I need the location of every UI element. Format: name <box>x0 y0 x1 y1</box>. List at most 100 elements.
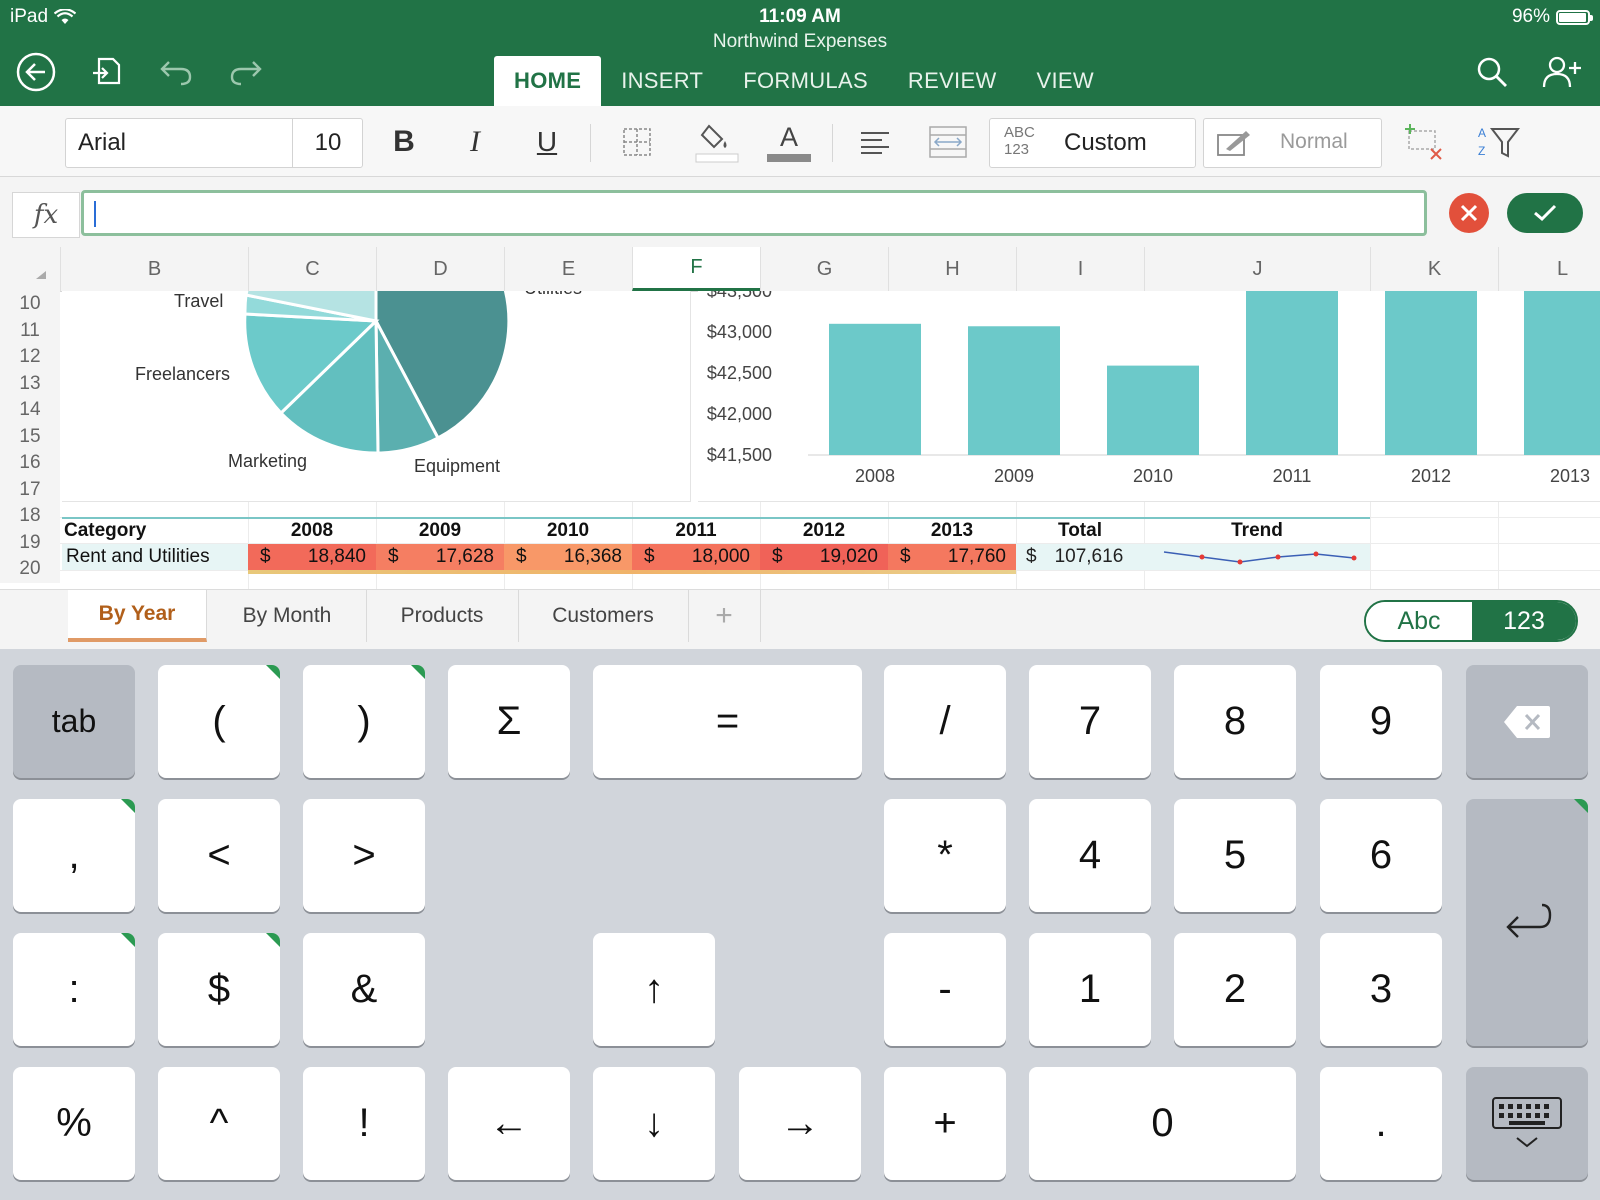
cell-2010[interactable]: $16,368 <box>504 544 632 570</box>
font-size[interactable]: 10 <box>292 119 363 167</box>
accept-button[interactable] <box>1507 193 1583 233</box>
row-header[interactable]: 19 <box>0 529 60 556</box>
key-greater-than[interactable]: > <box>303 799 425 912</box>
tab-home[interactable]: HOME <box>494 56 602 106</box>
align-left-icon[interactable] <box>850 118 900 166</box>
header-2013[interactable]: 2013 <box>888 517 1016 543</box>
header-category[interactable]: Category <box>62 517 248 543</box>
cell-2008[interactable]: $18,840 <box>248 544 376 570</box>
column-header-l[interactable]: L <box>1498 247 1600 291</box>
row-header[interactable]: 14 <box>0 397 60 424</box>
sheet-tab-by-month[interactable]: By Month <box>208 590 367 642</box>
spreadsheet-grid[interactable]: B C D E F G H I J K L 10 11 12 13 14 15 … <box>0 247 1600 589</box>
key-minus[interactable]: - <box>884 933 1006 1046</box>
bar-2009[interactable] <box>968 326 1060 455</box>
row-header[interactable]: 15 <box>0 423 60 450</box>
key-dollar[interactable]: $ <box>158 933 280 1046</box>
column-header-e[interactable]: E <box>504 247 632 291</box>
key-exclamation[interactable]: ! <box>303 1067 425 1180</box>
key-arrow-right[interactable]: → <box>739 1067 861 1180</box>
key-comma[interactable]: , <box>13 799 135 912</box>
file-menu-icon[interactable] <box>84 50 128 94</box>
key-divide[interactable]: / <box>884 665 1006 778</box>
cell-2011[interactable]: $18,000 <box>632 544 760 570</box>
fill-color-icon[interactable] <box>692 118 742 166</box>
cell-category[interactable]: Rent and Utilities <box>62 544 248 570</box>
key-decimal[interactable]: . <box>1320 1067 1442 1180</box>
keyboard-mode-123[interactable]: 123 <box>1472 602 1576 640</box>
row-header[interactable]: 12 <box>0 344 60 371</box>
key-less-than[interactable]: < <box>158 799 280 912</box>
row-header[interactable]: 20 <box>0 556 60 583</box>
row-header[interactable]: 10 <box>0 291 60 318</box>
header-2010[interactable]: 2010 <box>504 517 632 543</box>
column-header-k[interactable]: K <box>1370 247 1498 291</box>
return-key[interactable] <box>1466 799 1588 1046</box>
header-2009[interactable]: 2009 <box>376 517 504 543</box>
key-arrow-up[interactable]: ↑ <box>593 933 715 1046</box>
key-1[interactable]: 1 <box>1029 933 1151 1046</box>
underline-button[interactable]: U <box>522 118 572 166</box>
column-header-d[interactable]: D <box>376 247 504 291</box>
bar-2008[interactable] <box>829 323 921 455</box>
keyboard-mode-abc[interactable]: Abc <box>1366 602 1472 640</box>
bar-2013[interactable] <box>1524 291 1600 455</box>
tab-insert[interactable]: INSERT <box>601 56 723 106</box>
undo-icon[interactable] <box>154 50 198 94</box>
row-header[interactable]: 16 <box>0 450 60 477</box>
sheet-tab-customers[interactable]: Customers <box>518 590 689 642</box>
add-person-icon[interactable] <box>1540 50 1584 94</box>
key-open-paren[interactable]: ( <box>158 665 280 778</box>
bar-chart[interactable]: $41,500 $42,000 $42,500 $43,000 $43,500 2008 2… <box>698 291 1600 502</box>
keyboard-mode-toggle[interactable]: Abc 123 <box>1364 600 1578 642</box>
sheet-tab-products[interactable]: Products <box>366 590 519 642</box>
key-tab[interactable]: tab <box>13 665 135 778</box>
cell-2013[interactable]: $17,760 <box>888 544 1016 570</box>
key-5[interactable]: 5 <box>1174 799 1296 912</box>
key-arrow-left[interactable]: ← <box>448 1067 570 1180</box>
cell-trend-sparkline[interactable] <box>1144 544 1370 570</box>
key-9[interactable]: 9 <box>1320 665 1442 778</box>
add-sheet-button[interactable]: + <box>688 590 761 642</box>
select-all-corner[interactable] <box>0 247 60 291</box>
clear-cells-icon[interactable] <box>1398 118 1448 166</box>
bar-2011[interactable] <box>1246 291 1338 455</box>
row-header[interactable]: 18 <box>0 503 60 530</box>
key-caret[interactable]: ^ <box>158 1067 280 1180</box>
key-ampersand[interactable]: & <box>303 933 425 1046</box>
header-2008[interactable]: 2008 <box>248 517 376 543</box>
key-7[interactable]: 7 <box>1029 665 1151 778</box>
column-header-h[interactable]: H <box>888 247 1016 291</box>
key-3[interactable]: 3 <box>1320 933 1442 1046</box>
bar-2010[interactable] <box>1107 365 1199 455</box>
key-0[interactable]: 0 <box>1029 1067 1296 1180</box>
row-header[interactable]: 11 <box>0 317 60 344</box>
key-plus[interactable]: + <box>884 1067 1006 1180</box>
tab-view[interactable]: VIEW <box>1017 56 1114 106</box>
column-header-f[interactable]: F <box>632 247 760 291</box>
bold-button[interactable]: B <box>379 118 429 166</box>
sheet-tab-by-year[interactable]: By Year <box>68 590 207 642</box>
cell-style-picker[interactable]: Normal <box>1203 118 1382 168</box>
search-icon[interactable] <box>1470 50 1514 94</box>
header-2012[interactable]: 2012 <box>760 517 888 543</box>
cell-total[interactable]: $107,616 <box>1016 544 1144 570</box>
formula-input[interactable] <box>81 190 1427 236</box>
cell-2012[interactable]: $19,020 <box>760 544 888 570</box>
number-format-picker[interactable]: ABC 123 Custom <box>989 118 1196 168</box>
pie-chart[interactable]: Travel Freelancers Marketing Equipment U… <box>62 291 691 502</box>
key-equals[interactable]: = <box>593 665 862 778</box>
row-header[interactable]: 13 <box>0 370 60 397</box>
key-2[interactable]: 2 <box>1174 933 1296 1046</box>
row-header[interactable]: 17 <box>0 476 60 503</box>
column-header-b[interactable]: B <box>60 247 248 291</box>
header-trend[interactable]: Trend <box>1144 517 1370 543</box>
borders-icon[interactable] <box>612 118 662 166</box>
cell-2009[interactable]: $17,628 <box>376 544 504 570</box>
key-colon[interactable]: : <box>13 933 135 1046</box>
font-name[interactable]: Arial <box>78 129 126 157</box>
dismiss-keyboard-key[interactable] <box>1466 1067 1588 1180</box>
cancel-button[interactable] <box>1449 193 1489 233</box>
key-6[interactable]: 6 <box>1320 799 1442 912</box>
key-4[interactable]: 4 <box>1029 799 1151 912</box>
